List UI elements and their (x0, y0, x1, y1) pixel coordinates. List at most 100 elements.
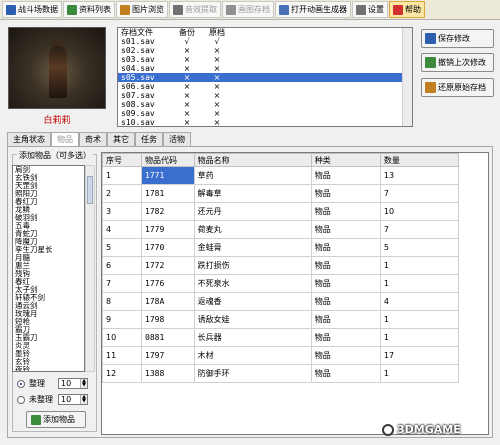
radio-unsorted-circle[interactable] (17, 395, 25, 404)
tab-3[interactable]: 其它 (107, 132, 135, 146)
radio-sorted-circle[interactable] (17, 379, 25, 388)
cell-item-code[interactable]: 1781 (141, 184, 195, 203)
save-list-row[interactable]: s06.sav × × (118, 82, 412, 91)
table-row[interactable]: 4 1779 荷麦丸 物品 7 (102, 220, 460, 239)
table-row[interactable]: 2 1781 解毒草 物品 7 (102, 184, 460, 203)
cell-kind[interactable]: 物品 (310, 292, 381, 311)
save-list-row[interactable]: s08.sav × × (118, 100, 412, 109)
cell-quantity[interactable]: 5 (379, 238, 460, 257)
add-item-list-scrollbar[interactable] (85, 165, 95, 372)
add-item-button[interactable]: 添加物品 (26, 411, 86, 428)
table-row[interactable]: 9 1798 诱敌女娃 物品 1 (102, 310, 460, 329)
save-list-row[interactable]: s03.sav × × (118, 55, 412, 64)
toolbar-button-6[interactable]: 设置 (352, 1, 388, 18)
item-table[interactable]: 序号 物品代码 物品名称 种类 数量 1 1771 草药 物品 13 2 1781 解毒草 物品… (101, 152, 489, 435)
cell-kind[interactable]: 物品 (310, 184, 381, 203)
cell-item-code[interactable]: 0881 (141, 328, 195, 347)
cell-kind[interactable]: 物品 (310, 202, 381, 221)
cell-kind[interactable]: 物品 (310, 274, 381, 293)
cell-quantity[interactable]: 13 (379, 166, 460, 185)
cell-kind[interactable]: 物品 (310, 346, 381, 365)
stepper-arrows-icon[interactable]: ▲ ▼ (80, 379, 87, 388)
table-row[interactable]: 1 1771 草药 物品 13 (102, 166, 460, 185)
cell-item-code[interactable]: 1776 (141, 274, 195, 293)
table-row[interactable]: 6 1772 跌打损伤 物品 1 (102, 256, 460, 275)
right-action-button-0[interactable]: 保存修改 (421, 29, 494, 48)
save-list-row[interactable]: s02.sav × × (118, 46, 412, 55)
scrollbar-thumb[interactable] (87, 176, 93, 204)
right-action-button-1[interactable]: 撤销上次修改 (421, 53, 494, 72)
cell-quantity[interactable]: 1 (379, 310, 460, 329)
cell-kind[interactable]: 物品 (310, 220, 381, 239)
cell-quantity[interactable]: 10 (379, 202, 460, 221)
cell-item-name[interactable]: 荷麦丸 (193, 220, 312, 239)
table-row[interactable]: 8 178A 返魂香 物品 4 (102, 292, 460, 311)
cell-item-name[interactable]: 返魂香 (193, 292, 312, 311)
tab-5[interactable]: 活物 (163, 132, 191, 146)
unsorted-quantity-stepper[interactable]: 10 ▲ ▼ (58, 394, 88, 405)
col-quantity[interactable]: 数量 (379, 153, 460, 167)
toolbar-button-4[interactable]: 画图存档 (222, 1, 274, 18)
cell-kind[interactable]: 物品 (310, 364, 381, 383)
save-list-row[interactable]: s10.sav × × (118, 118, 412, 126)
cell-kind[interactable]: 物品 (310, 238, 381, 257)
tab-4[interactable]: 任务 (135, 132, 163, 146)
radio-unsorted[interactable]: 未整理 (17, 394, 53, 405)
cell-kind[interactable]: 物品 (310, 328, 381, 347)
cell-item-name[interactable]: 金蛙膏 (193, 238, 312, 257)
cell-kind[interactable]: 物品 (310, 166, 381, 185)
list-item[interactable]: 夜铃 (13, 366, 84, 372)
table-row[interactable]: 7 1776 不死泉水 物品 1 (102, 274, 460, 293)
cell-quantity[interactable]: 1 (379, 364, 460, 383)
cell-item-code[interactable]: 1797 (141, 346, 195, 365)
cell-item-code[interactable]: 1770 (141, 238, 195, 257)
table-row[interactable]: 3 1782 还元丹 物品 10 (102, 202, 460, 221)
cell-quantity[interactable]: 7 (379, 184, 460, 203)
toolbar-button-5[interactable]: 打开动画生成器 (275, 1, 351, 18)
cell-quantity[interactable]: 4 (379, 292, 460, 311)
save-list-row[interactable]: s07.sav × × (118, 91, 412, 100)
tab-2[interactable]: 奇术 (79, 132, 107, 146)
col-index[interactable]: 序号 (102, 153, 143, 167)
cell-item-name[interactable]: 诱敌女娃 (193, 310, 312, 329)
toolbar-button-3[interactable]: 音效提取 (169, 1, 221, 18)
cell-item-name[interactable]: 还元丹 (193, 202, 312, 221)
cell-kind[interactable]: 物品 (310, 310, 381, 329)
cell-item-code[interactable]: 1782 (141, 202, 195, 221)
cell-kind[interactable]: 物品 (310, 256, 381, 275)
cell-quantity[interactable]: 7 (379, 220, 460, 239)
save-file-list[interactable]: 存档文件 备份 原档 s01.sav √ √ s02.sav × × s03.sav × × s0… (117, 27, 413, 127)
cell-item-name[interactable]: 长兵器 (193, 328, 312, 347)
sorted-quantity-stepper[interactable]: 10 ▲ ▼ (58, 378, 88, 389)
cell-quantity[interactable]: 1 (379, 274, 460, 293)
save-list-scrollbar[interactable] (402, 28, 412, 126)
cell-item-name[interactable]: 不死泉水 (193, 274, 312, 293)
cell-item-code[interactable]: 1771 (141, 166, 195, 185)
cell-quantity[interactable]: 17 (379, 346, 460, 365)
cell-item-name[interactable]: 防御手环 (193, 364, 312, 383)
right-action-button-2[interactable]: 还原原始存档 (421, 78, 494, 97)
toolbar-button-7[interactable]: 帮助 (389, 1, 425, 18)
table-row[interactable]: 5 1770 金蛙膏 物品 5 (102, 238, 460, 257)
table-row[interactable]: 12 1388 防御手环 物品 1 (102, 364, 460, 383)
stepper-arrows-icon[interactable]: ▲ ▼ (80, 395, 87, 404)
cell-item-name[interactable]: 草药 (193, 166, 312, 185)
tab-1[interactable]: 物品 (51, 132, 79, 146)
cell-item-code[interactable]: 1779 (141, 220, 195, 239)
toolbar-button-1[interactable]: 资料列表 (63, 1, 115, 18)
col-item-code[interactable]: 物品代码 (141, 153, 195, 167)
tab-0[interactable]: 主角状态 (7, 132, 51, 146)
save-list-row[interactable]: s09.sav × × (118, 109, 412, 118)
cell-item-name[interactable]: 解毒草 (193, 184, 312, 203)
cell-item-code[interactable]: 1772 (141, 256, 195, 275)
cell-item-name[interactable]: 跌打损伤 (193, 256, 312, 275)
cell-item-code[interactable]: 1388 (141, 364, 195, 383)
save-list-row[interactable]: s05.sav × × (118, 73, 412, 82)
cell-quantity[interactable]: 1 (379, 256, 460, 275)
cell-quantity[interactable]: 1 (379, 328, 460, 347)
toolbar-button-2[interactable]: 图片浏览 (116, 1, 168, 18)
cell-item-code[interactable]: 1798 (141, 310, 195, 329)
col-item-name[interactable]: 物品名称 (193, 153, 312, 167)
save-list-row[interactable]: s01.sav √ √ (118, 37, 412, 46)
radio-sorted[interactable]: 整理 (17, 378, 45, 389)
